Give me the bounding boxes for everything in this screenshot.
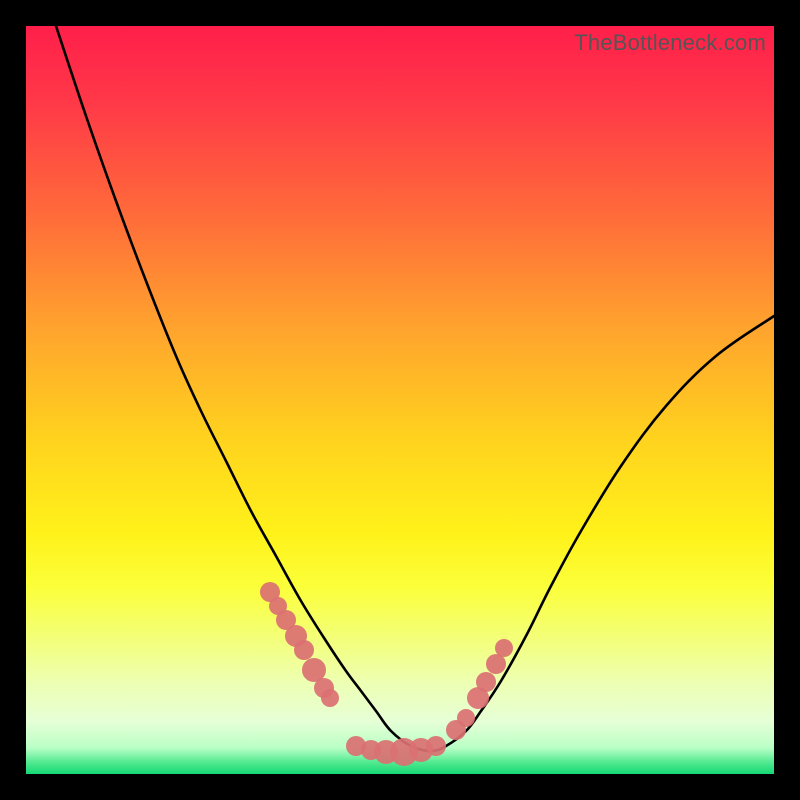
scatter-dot xyxy=(426,736,446,756)
scatter-dot xyxy=(495,639,513,657)
scatter-dot xyxy=(294,640,314,660)
watermark-text: TheBottleneck.com xyxy=(574,30,766,56)
scatter-dot xyxy=(486,654,506,674)
chart-frame: TheBottleneck.com xyxy=(0,0,800,800)
gradient-background xyxy=(26,26,774,774)
scatter-dot xyxy=(457,709,475,727)
chart-svg xyxy=(26,26,774,774)
scatter-dot xyxy=(476,672,496,692)
plot-area: TheBottleneck.com xyxy=(26,26,774,774)
scatter-dot xyxy=(321,689,339,707)
